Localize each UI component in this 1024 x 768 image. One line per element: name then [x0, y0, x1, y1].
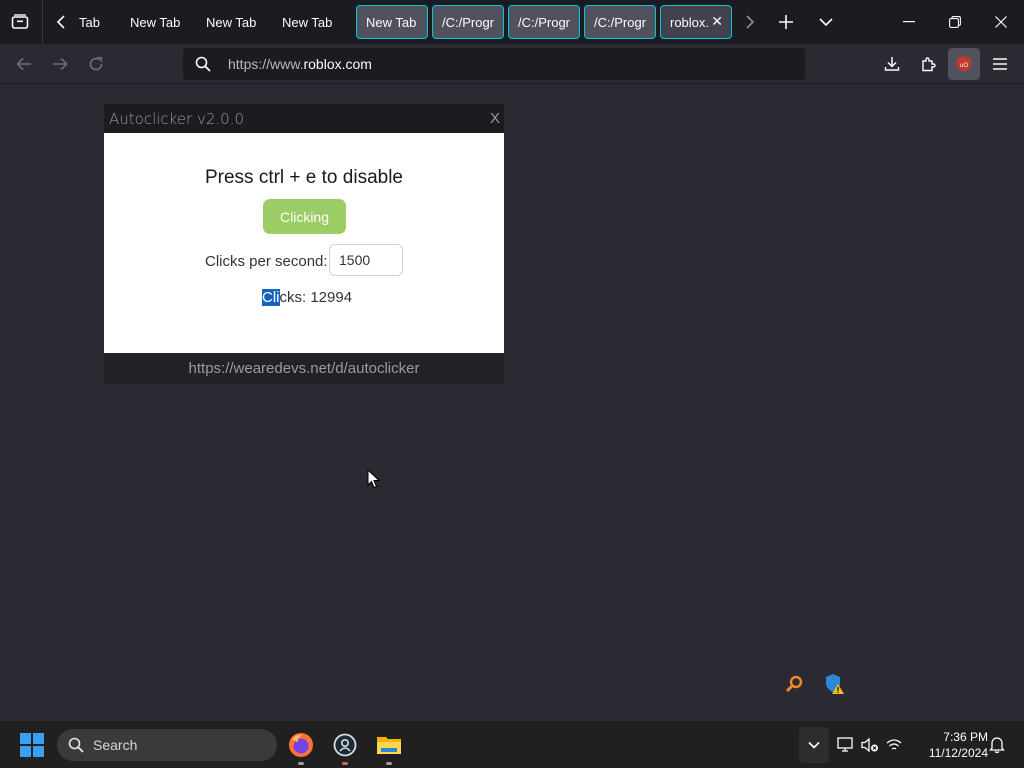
tab[interactable]: /C:/Progr — [584, 5, 656, 39]
chevron-down-icon — [808, 741, 820, 749]
svg-text:uO: uO — [960, 63, 968, 69]
tab[interactable]: New Tab — [356, 5, 428, 39]
tab[interactable]: New Tab — [206, 6, 266, 38]
back-arrow-icon — [16, 57, 31, 71]
clicking-toggle-button[interactable]: Clicking — [263, 199, 346, 234]
new-tab-button[interactable] — [772, 0, 800, 44]
running-indicator — [298, 762, 304, 765]
tab[interactable]: /C:/Progr — [432, 5, 504, 39]
firefox-icon — [289, 733, 313, 757]
tab[interactable]: New Tab — [282, 6, 342, 38]
scroll-tabs-right-button[interactable] — [740, 0, 760, 44]
restore-button[interactable] — [938, 0, 972, 44]
start-button[interactable] — [16, 729, 48, 761]
tab-label: roblox. — [670, 14, 710, 30]
clock-time: 7:36 PM — [943, 730, 988, 744]
volume-muted-icon[interactable] — [860, 729, 880, 761]
tab-label: /C:/Progr — [594, 14, 647, 30]
extensions-icon — [922, 57, 936, 72]
taskbar-search-box[interactable]: Search — [57, 729, 277, 761]
mouse-cursor — [367, 468, 381, 494]
close-window-button[interactable] — [984, 0, 1018, 44]
minimize-icon — [903, 21, 915, 23]
tab-label: /C:/Progr — [442, 14, 495, 30]
app-icon — [333, 733, 357, 757]
notifications-button[interactable] — [986, 729, 1008, 761]
show-hidden-icons-button[interactable] — [799, 727, 829, 763]
forward-arrow-icon — [53, 57, 68, 71]
tabstrip-separator — [42, 0, 43, 44]
tab-list-icon[interactable] — [6, 0, 34, 44]
tab[interactable]: /C:/Progr — [508, 5, 580, 39]
clicks-label-rest: cks: 12994 — [279, 289, 353, 306]
cps-input[interactable] — [329, 244, 403, 276]
tab-label: /C:/Progr — [518, 14, 571, 30]
chevron-left-icon — [56, 15, 65, 29]
autoclicker-footer-link[interactable]: https://wearedevs.net/d/autoclicker — [104, 353, 504, 384]
tab-label: New Tab — [206, 14, 257, 30]
taskbar-file-explorer[interactable] — [373, 729, 405, 765]
clicks-counter: Clicks: 12994 — [262, 289, 352, 306]
autoclicker-close-button[interactable]: X — [490, 110, 500, 127]
search-icon — [195, 56, 211, 77]
restore-icon — [949, 16, 961, 28]
tab[interactable]: New Tab — [130, 6, 190, 38]
taskbar-search-label: Search — [93, 737, 138, 753]
ublock-origin-button[interactable]: uO — [948, 48, 980, 80]
clicks-label-selected: Cli — [262, 289, 280, 306]
file-explorer-icon — [377, 737, 401, 754]
reload-icon — [89, 56, 103, 71]
search-icon — [68, 737, 84, 758]
disable-instruction: Press ctrl + e to disable — [204, 167, 403, 188]
close-tab-icon[interactable]: ✕ — [711, 13, 723, 30]
extensions-button[interactable] — [912, 48, 944, 80]
autoclicker-titlebar[interactable]: Autoclicker v2.0.0 X — [104, 104, 504, 133]
autoclicker-title: Autoclicker v2.0.0 — [109, 110, 245, 128]
back-button[interactable] — [8, 48, 40, 80]
url-domain: roblox.com — [303, 56, 372, 72]
navigation-toolbar: https://www.roblox.com uO — [0, 44, 1024, 84]
chevron-right-icon — [746, 15, 755, 29]
forward-button[interactable] — [44, 48, 76, 80]
download-icon — [884, 57, 900, 71]
tab-active[interactable]: roblox. ✕ — [660, 5, 732, 39]
hamburger-menu-icon — [993, 58, 1007, 70]
taskbar: Search 7:36 PM 11/12/2024 — [0, 720, 1024, 768]
tab-label: New Tab — [282, 14, 333, 30]
cps-label: Clicks per second: — [205, 253, 328, 270]
scroll-tabs-left-button[interactable] — [50, 0, 72, 44]
tab-label: New Tab — [366, 14, 417, 30]
list-all-tabs-button[interactable] — [812, 0, 840, 44]
windows-start-icon — [20, 733, 44, 757]
tab-label: New Tab — [130, 14, 181, 30]
tab-strip: Tab New Tab New Tab New Tab New Tab /C:/… — [0, 0, 1024, 44]
display-icon[interactable] — [836, 729, 856, 761]
running-indicator — [386, 762, 392, 765]
bell-icon — [989, 737, 1005, 754]
autoclicker-window: Autoclicker v2.0.0 X Press ctrl + e to d… — [104, 104, 504, 384]
reload-button[interactable] — [80, 48, 112, 80]
taskbar-app[interactable] — [329, 729, 361, 765]
url-bar[interactable]: https://www.roblox.com — [183, 48, 805, 80]
search-tool-icon[interactable] — [782, 672, 806, 696]
tab[interactable]: Tab — [79, 6, 109, 38]
plus-icon — [779, 15, 793, 29]
taskbar-firefox[interactable] — [285, 729, 317, 765]
url-prefix: https://www. — [228, 56, 304, 72]
minimize-button[interactable] — [892, 0, 926, 44]
url-text: https://www.roblox.com — [228, 56, 372, 72]
downloads-button[interactable] — [876, 48, 908, 80]
menu-button[interactable] — [984, 48, 1016, 80]
autoclicker-panel: Press ctrl + e to disable Clicking Click… — [104, 133, 504, 353]
network-icon[interactable] — [884, 729, 904, 761]
clock-date: 11/12/2024 — [928, 746, 988, 760]
chevron-down-icon — [819, 18, 833, 27]
security-warning-icon[interactable] — [823, 672, 847, 696]
tab-label: Tab — [79, 14, 100, 30]
running-indicator — [342, 762, 348, 765]
ublock-icon: uO — [957, 56, 971, 72]
taskbar-clock[interactable]: 7:36 PM 11/12/2024 — [912, 729, 988, 761]
close-icon — [995, 16, 1007, 28]
